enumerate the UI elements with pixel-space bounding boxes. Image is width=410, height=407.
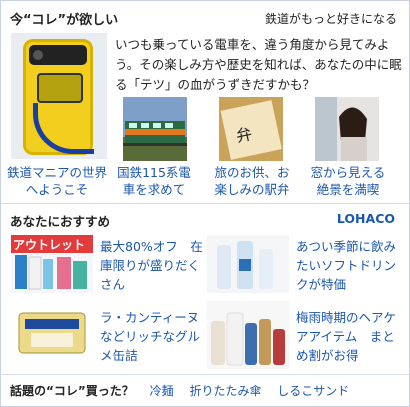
trending-link[interactable]: 折りたたみ傘 — [189, 384, 261, 398]
hero-image[interactable] — [11, 33, 107, 159]
canned-food-image[interactable] — [11, 305, 93, 363]
item-caption-link[interactable]: 旅のお供、お楽しみの駅弁 — [209, 164, 295, 198]
outlet-image[interactable]: アウトレット — [11, 235, 93, 293]
item-caption-link[interactable]: 窓から見える絶景を満喫 — [305, 164, 391, 198]
outlet-label: アウトレット — [13, 238, 86, 252]
divider — [1, 203, 409, 204]
drinks-image[interactable] — [207, 235, 289, 293]
divider — [1, 374, 409, 375]
trending-bar: 話題の“コレ”買った？ 冷麺 折りたたみ傘 しるこサンド — [10, 382, 349, 399]
section-title: 今“コレ”が欲しい — [10, 13, 119, 28]
lohaco-link[interactable]: LOHACO — [337, 211, 395, 226]
trending-label: 話題の“コレ”買った？ — [10, 384, 134, 398]
phone-case-image — [23, 39, 94, 155]
rec-link[interactable]: ラ・カンティーヌなどリッチなグルメ缶詰 — [100, 308, 204, 365]
section-title: あなたにおすすめ — [10, 214, 111, 229]
haircare-image[interactable] — [207, 301, 289, 369]
widget-frame: 今“コレ”が欲しい 鉄道がもっと好きになる いつも乗っている電車を、違う角度から… — [0, 0, 410, 407]
train-thumbnail[interactable] — [123, 97, 187, 161]
rec-link[interactable]: 梅雨時期のヘアケアアイテム まとめ割がお得 — [296, 308, 400, 365]
hero-caption-link[interactable]: 鉄道マニアの世界へようこそ — [7, 164, 107, 198]
trending-link[interactable]: しるこサンド — [277, 384, 349, 398]
trending-link[interactable]: 冷麺 — [150, 384, 174, 398]
ekiben-thumbnail[interactable]: 弁 — [219, 97, 283, 161]
section-sublink[interactable]: 鉄道がもっと好きになる — [265, 10, 397, 27]
window-view-thumbnail[interactable] — [315, 97, 379, 161]
lead-text: いつも乗っている電車を、違う角度から見てみよう。その楽しみ方や歴史を知れば、あな… — [115, 37, 402, 92]
rec-link[interactable]: 最大80%オフ 在庫限りが盛りだくさん — [100, 237, 204, 294]
item-caption-link[interactable]: 国鉄115系電車を求めて — [111, 164, 197, 198]
rec-link[interactable]: あつい季節に飲みたいソフトドリンクが特価 — [296, 237, 400, 294]
